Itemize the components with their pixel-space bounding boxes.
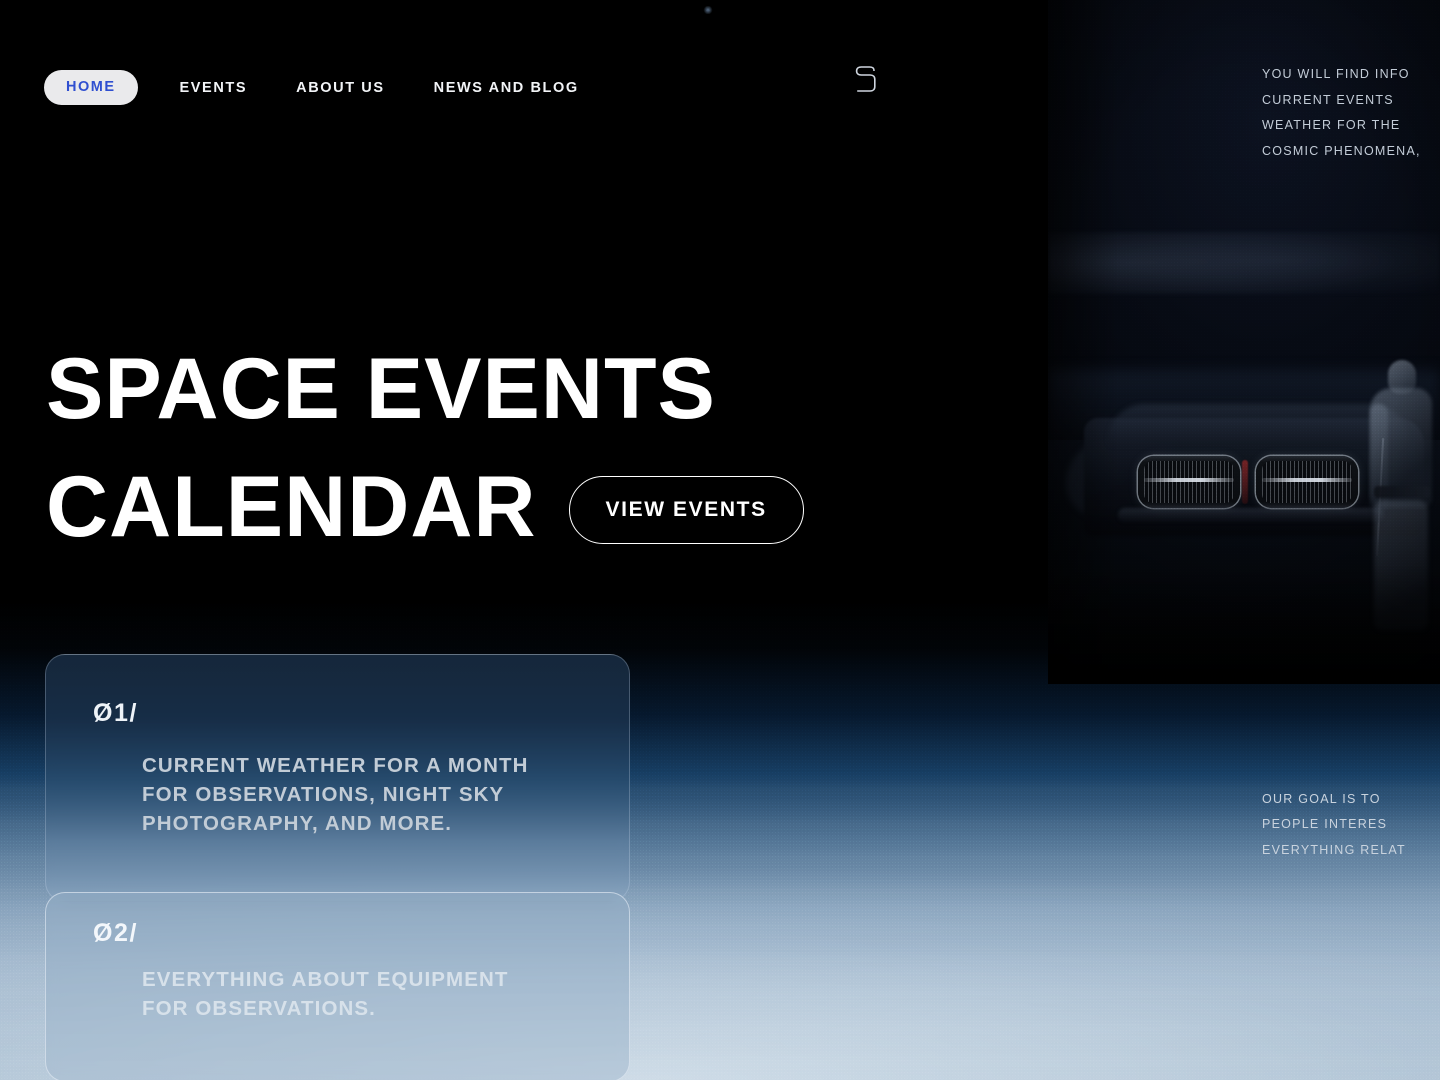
hero-title-line-1: SPACE EVENTS	[46, 341, 716, 437]
s-monogram-icon[interactable]	[852, 62, 880, 96]
feature-cards: Ø1/ CURRENT WEATHER FOR A MONTH FOR OBSE…	[45, 654, 630, 1080]
feature-card-01[interactable]: Ø1/ CURRENT WEATHER FOR A MONTH FOR OBSE…	[45, 654, 630, 902]
card-number: Ø1/	[93, 699, 139, 727]
nav-item-events[interactable]: EVENTS	[180, 80, 248, 96]
nav-item-home[interactable]: HOME	[44, 70, 138, 105]
view-events-button[interactable]: VIEW EVENTS	[568, 476, 804, 544]
intro-copy-bottom: OUR GOAL IS TO PEOPLE INTERES EVERYTHING…	[1262, 792, 1406, 857]
hero-title-row: CALENDAR VIEW EVENTS	[46, 448, 804, 566]
card-description: CURRENT WEATHER FOR A MONTH FOR OBSERVAT…	[142, 754, 529, 835]
hero-section: SPACE EVENTS CALENDAR VIEW EVENTS	[46, 330, 804, 566]
nav-item-about-us[interactable]: ABOUT US	[296, 80, 385, 96]
card-number: Ø2/	[93, 919, 139, 947]
main-navigation: HOME EVENTS ABOUT US NEWS AND BLOG	[44, 70, 628, 105]
hero-title-line-2: CALENDAR	[46, 459, 537, 555]
nav-item-news-and-blog[interactable]: NEWS AND BLOG	[434, 80, 579, 96]
card-description: EVERYTHING ABOUT EQUIPMENT FOR OBSERVATI…	[142, 968, 509, 1020]
site-header: HOME EVENTS ABOUT US NEWS AND BLOG	[0, 0, 1440, 150]
feature-card-02[interactable]: Ø2/ EVERYTHING ABOUT EQUIPMENT FOR OBSER…	[45, 892, 630, 1080]
